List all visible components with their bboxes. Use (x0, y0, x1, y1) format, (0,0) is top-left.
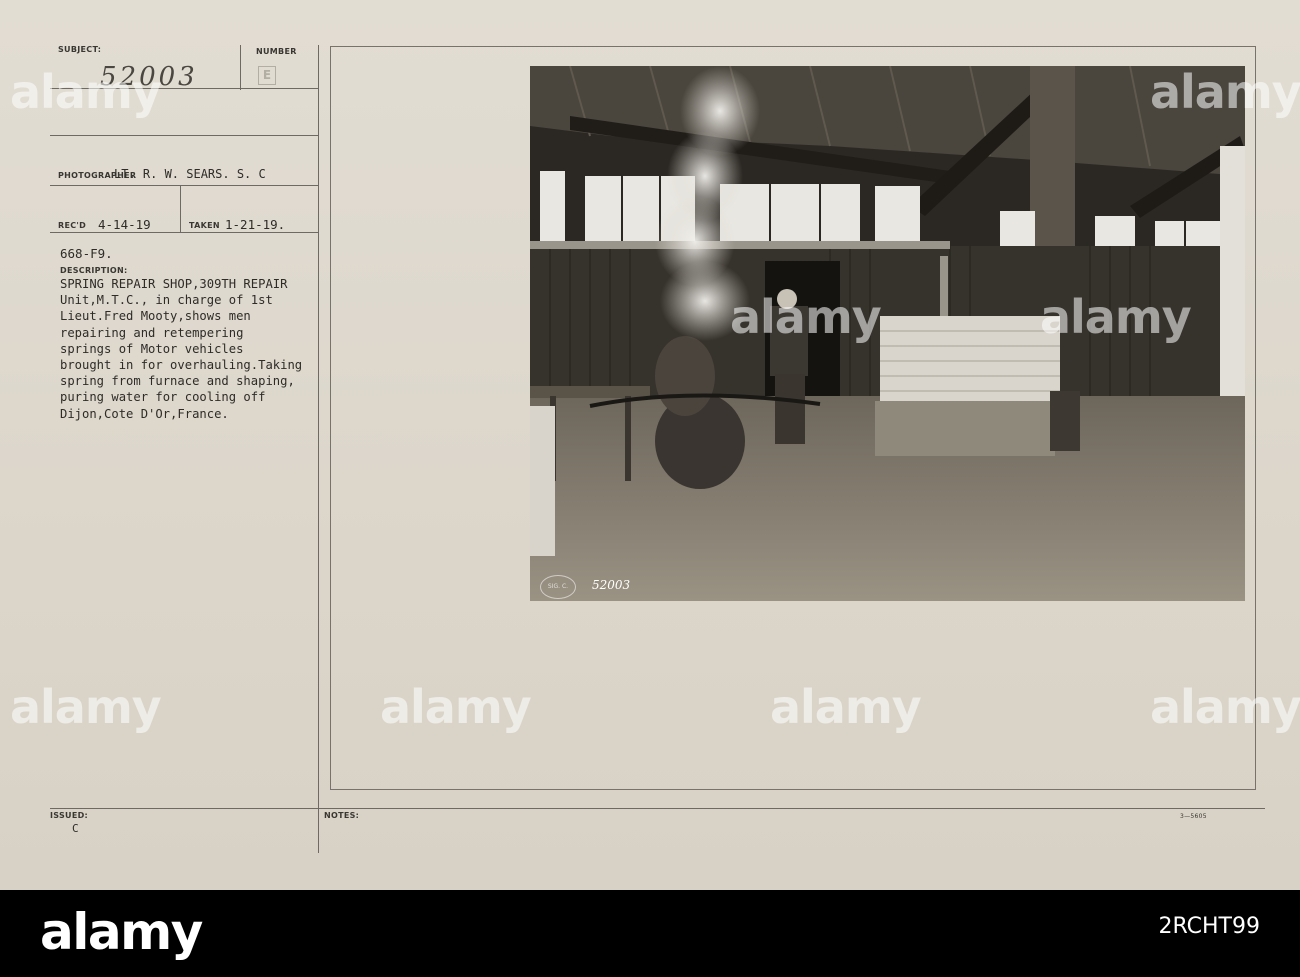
photographer-value: LT. R. W. SEARS. S. C (114, 167, 266, 181)
negative-number: 52003 (592, 578, 631, 592)
form-number: 3—5605 (1180, 813, 1207, 820)
footer-rule (50, 808, 1265, 809)
taken-value: 1-21-19. (225, 217, 286, 232)
date-divider (180, 186, 181, 232)
watermark: alamy (1040, 290, 1192, 344)
column-divider (318, 45, 319, 853)
watermark: alamy (1150, 680, 1300, 734)
recd-value: 4-14-19 (98, 217, 151, 232)
issued-value: C (72, 822, 79, 835)
description-label: DESCRIPTION: (60, 266, 128, 275)
watermark: alamy (10, 65, 162, 119)
recd-label: REC'D (58, 221, 87, 230)
watermark: alamy (1150, 65, 1300, 119)
brand-logo: alamy (40, 903, 203, 961)
date-rule (50, 232, 318, 233)
description-line: spring from furnace and shaping, (60, 374, 295, 389)
taken-label: TAKEN (189, 221, 220, 230)
description-line: puring water for cooling off (60, 390, 266, 405)
description-line: SPRING REPAIR SHOP,309TH REPAIR (60, 277, 288, 291)
blank-rule (50, 135, 318, 136)
description-line: Unit,M.T.C., in charge of 1st (60, 293, 273, 308)
subject-divider (240, 45, 241, 90)
number-stamp: E (258, 66, 276, 85)
number-label: NUMBER (256, 47, 297, 56)
description-line: springs of Motor vehicles (60, 341, 244, 356)
photographer-rule (50, 185, 318, 186)
description-line: repairing and retempering (60, 325, 244, 340)
description-text: SPRING REPAIR SHOP,309TH REPAIR Unit,M.T.… (60, 276, 360, 422)
file-code: 668-F9. (60, 246, 113, 261)
watermark: alamy (380, 680, 532, 734)
watermark: alamy (730, 290, 882, 344)
signal-corps-stamp: SIG. C. (540, 575, 576, 599)
image-id: 2RCHT99 (1158, 914, 1260, 939)
watermark: alamy (10, 680, 162, 734)
issued-label: ISSUED: (50, 811, 89, 820)
archive-card: SUBJECT: 52003 NUMBER E PHOTOGRAPHER LT.… (0, 0, 1300, 890)
notes-label: NOTES: (324, 811, 360, 820)
description-line: Dijon,Cote D'Or,France. (60, 406, 229, 421)
subject-label: SUBJECT: (58, 45, 102, 54)
watermark: alamy (770, 680, 922, 734)
description-line: Lieut.Fred Mooty,shows men (60, 309, 251, 324)
description-line: brought in for overhauling.Taking (60, 358, 303, 373)
